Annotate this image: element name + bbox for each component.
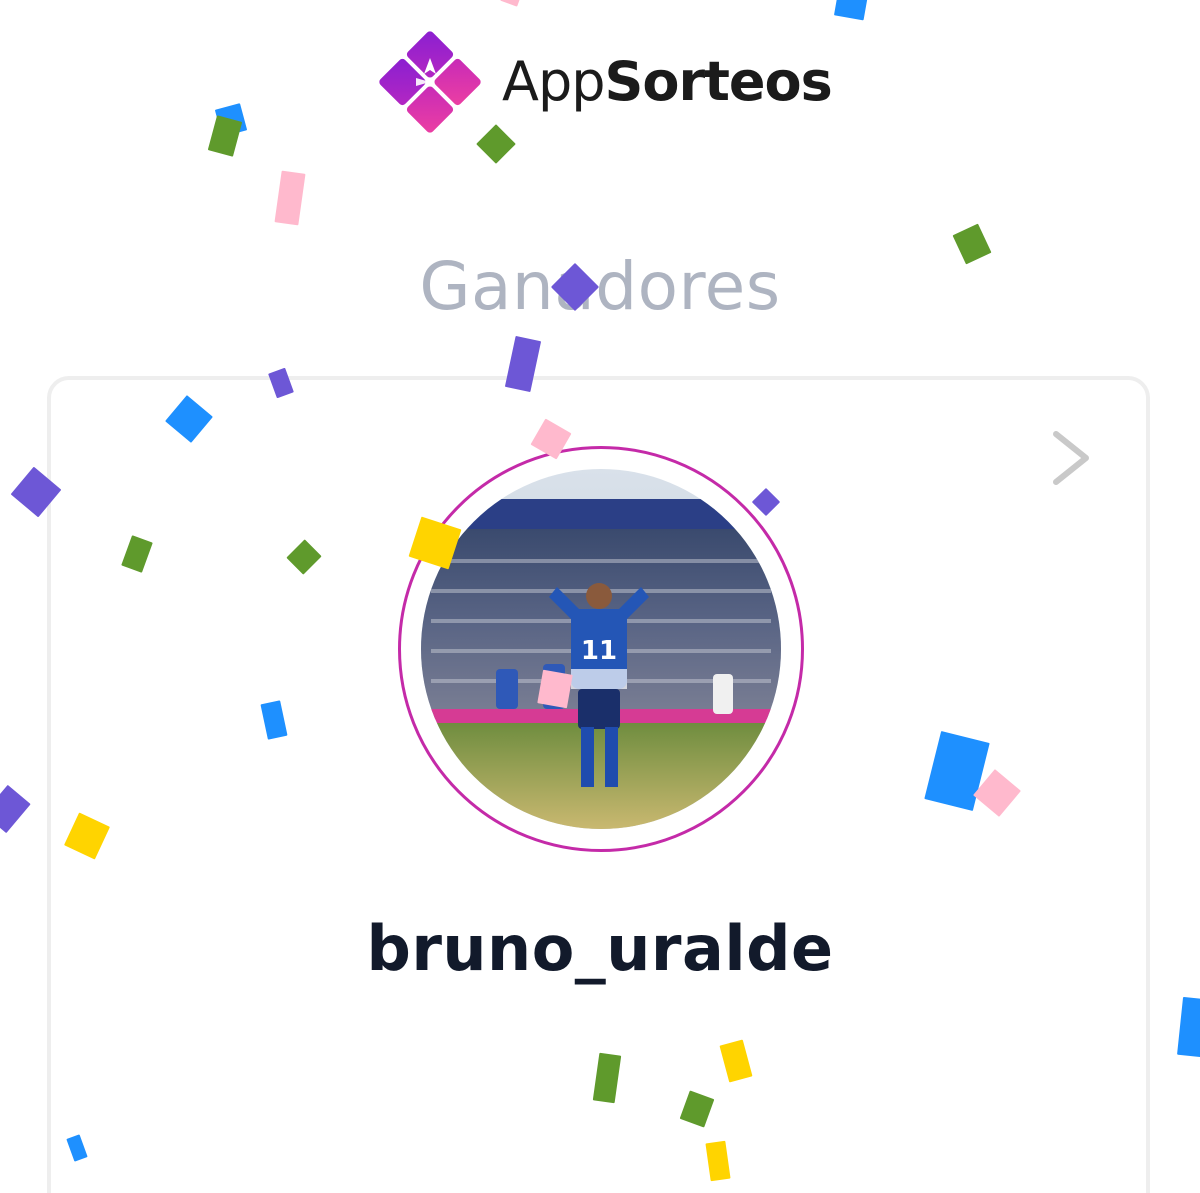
confetti-piece bbox=[0, 784, 31, 834]
avatar[interactable]: 11 bbox=[421, 469, 781, 829]
confetti-piece bbox=[833, 0, 869, 21]
app-brand: AppSorteos bbox=[376, 28, 833, 136]
confetti-piece bbox=[537, 669, 573, 709]
brand-name-light: App bbox=[502, 50, 605, 113]
page-title: Ganadores bbox=[419, 248, 781, 325]
gift-box-icon bbox=[379, 31, 481, 133]
winners-screen: AppSorteos Ganadores 11 bruno_uralde bbox=[0, 0, 1200, 1193]
chevron-right-icon[interactable] bbox=[1048, 428, 1096, 488]
confetti-piece bbox=[500, 0, 522, 7]
profile-photo: 11 bbox=[421, 469, 781, 829]
confetti-piece bbox=[207, 115, 243, 157]
brand-name: AppSorteos bbox=[502, 55, 833, 109]
confetti-piece bbox=[1177, 996, 1200, 1058]
confetti-piece bbox=[274, 170, 306, 226]
winner-username: bruno_uralde bbox=[366, 912, 834, 985]
brand-name-bold: Sorteos bbox=[604, 50, 833, 113]
svg-text:11: 11 bbox=[581, 636, 617, 666]
